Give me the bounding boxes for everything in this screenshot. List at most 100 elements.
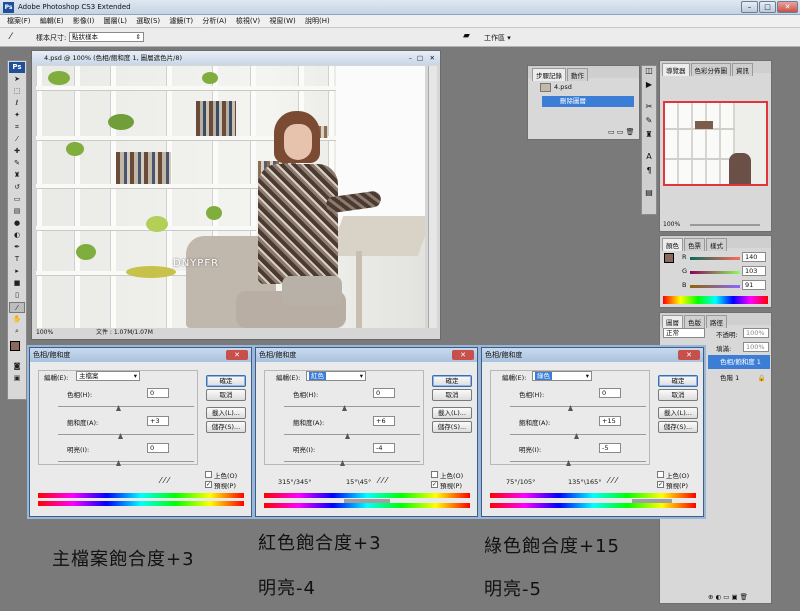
close-button[interactable]: ✕ [777,1,798,13]
menu-layer[interactable]: 圖層(L) [104,17,127,25]
b-value[interactable]: 91 [742,280,766,290]
dialog2-sat-slider[interactable] [284,434,420,435]
dialog2-hue-value[interactable]: 0 [373,388,395,398]
navigator-zoom[interactable]: 100% [663,221,680,228]
history-footer-icons[interactable]: ▭ ▭ 🗑 [608,128,635,136]
dialog2-light-value[interactable]: -4 [373,443,395,453]
dialog1-sat-value[interactable]: +3 [147,416,169,426]
dock-clone-icon[interactable]: ♜ [642,130,656,144]
dialog2-light-slider[interactable] [284,461,420,462]
dialog3-light-value[interactable]: -5 [599,443,621,453]
dialog3-close-button[interactable]: ✕ [678,350,700,360]
dialog1-hue-slider[interactable] [58,406,194,407]
eyedropper-icon[interactable]: ⁄ [10,32,12,42]
blur-tool-icon[interactable]: ● [9,218,25,229]
history-brush-icon[interactable]: ↺ [9,182,25,193]
dialog1-hue-value[interactable]: 0 [147,388,169,398]
tab-styles[interactable]: 樣式 [706,238,727,251]
dialog2-ok-button[interactable]: 確定 [432,375,472,387]
dialog1-close-button[interactable]: ✕ [226,350,248,360]
tab-histogram[interactable]: 色彩分佈圖 [690,63,731,76]
dock-character-icon[interactable]: A [642,152,656,166]
doc-minimize-button[interactable]: – [409,51,412,65]
dialog3-cancel-button[interactable]: 取消 [658,389,698,401]
dialog1-cancel-button[interactable]: 取消 [206,389,246,401]
shape-tool-icon[interactable]: ■ [9,278,25,289]
dialog1-ok-button[interactable]: 確定 [206,375,246,387]
dialog3-load-button[interactable]: 載入(L)... [658,407,698,419]
dialog1-load-button[interactable]: 載入(L)... [206,407,246,419]
history-step-selected[interactable]: 刪除圖層 [542,96,634,107]
zoom-tool-icon[interactable]: ⌕ [9,326,25,337]
dialog1-eyedroppers-icon[interactable]: ⁄ ⁄ ⁄ [160,476,169,485]
doc-file-info[interactable]: 文件 : 1.07M/1.07M [96,328,153,338]
dialog3-colorize-checkbox[interactable] [657,471,664,478]
doc-maximize-button[interactable]: □ [417,51,423,65]
dialog1-save-button[interactable]: 儲存(S)... [206,421,246,433]
blend-mode-select[interactable]: 正常 [663,328,705,338]
foreground-color-swatch[interactable] [10,341,20,351]
menu-file[interactable]: 檔案(F) [7,17,31,25]
quick-mask-icon[interactable]: ◙ [9,361,25,372]
layer-hue-saturation[interactable]: 色相/飽和度 1 [708,355,770,369]
dialog2-edit-select[interactable]: 紅色 ▾ [306,371,366,381]
dialog3-light-slider[interactable] [510,461,646,462]
dock-paragraph-icon[interactable]: ¶ [642,166,656,180]
dialog2-save-button[interactable]: 儲存(S)... [432,421,472,433]
minimize-button[interactable]: – [741,1,758,13]
history-snapshot[interactable]: 4.psd [532,81,632,94]
color-fg-swatch[interactable] [664,253,674,263]
menu-edit[interactable]: 編輯(E) [40,17,64,25]
healing-brush-icon[interactable]: ✚ [9,146,25,157]
crop-tool-icon[interactable]: ⌗ [9,122,25,133]
dialog1-colorize-checkbox[interactable] [205,471,212,478]
dialog3-preview-checkbox[interactable]: ✓ [657,481,664,488]
lasso-tool-icon[interactable]: ℓ [9,98,25,109]
palette-well-icon[interactable]: ▰ [463,31,470,41]
notes-tool-icon[interactable]: ▯ [9,290,25,301]
slice-tool-icon[interactable]: ⁄ [9,134,25,145]
dialog3-sat-slider[interactable] [510,434,646,435]
dialog2-load-button[interactable]: 載入(L)... [432,407,472,419]
brush-tool-icon[interactable]: ✎ [9,158,25,169]
tab-channels[interactable]: 色版 [684,315,705,328]
navigator-preview[interactable] [663,101,768,186]
tab-history[interactable]: 步驟記錄 [532,68,566,81]
sample-size-select[interactable]: 點狀樣本 ⇕ [69,32,144,42]
gradient-tool-icon[interactable]: ▤ [9,206,25,217]
workspace-button[interactable]: 工作區 ▾ [484,33,511,43]
eraser-tool-icon[interactable]: ▭ [9,194,25,205]
doc-zoom-value[interactable]: 100% [36,329,53,336]
path-select-icon[interactable]: ▸ [9,266,25,277]
dialog3-save-button[interactable]: 儲存(S)... [658,421,698,433]
menu-view[interactable]: 檢視(V) [236,17,260,25]
tab-actions[interactable]: 動作 [567,68,588,81]
dialog3-sat-value[interactable]: +15 [599,416,621,426]
layers-footer-icons[interactable]: ⊕ ◐ ▭ ▣ 🗑 [708,593,748,601]
dialog1-sat-slider[interactable] [58,434,194,435]
dock-actions-icon[interactable]: ▶ [642,80,656,94]
navigator-zoom-slider[interactable] [690,224,760,226]
dialog2-cancel-button[interactable]: 取消 [432,389,472,401]
doc-close-button[interactable]: ✕ [430,51,435,65]
g-value[interactable]: 103 [742,266,766,276]
opacity-value[interactable]: 100% [743,328,769,338]
tab-info[interactable]: 資訊 [732,63,753,76]
color-ramp[interactable] [663,296,768,304]
magic-wand-tool-icon[interactable]: ✦ [9,110,25,121]
dialog1-edit-select[interactable]: 主檔案 ▾ [76,371,140,381]
dialog2-eyedroppers-icon[interactable]: ⁄ ⁄ ⁄ [378,476,387,485]
dock-layer-comps-icon[interactable]: ▤ [642,188,656,202]
move-tool-icon[interactable]: ➤ [9,74,25,85]
dialog2-hue-slider[interactable] [284,406,420,407]
menu-analysis[interactable]: 分析(A) [202,17,226,25]
layer-levels[interactable]: 色階 1 🔒 [708,371,770,385]
dock-tools-icon[interactable]: ✂ [642,102,656,116]
clone-stamp-icon[interactable]: ♜ [9,170,25,181]
dialog2-preview-checkbox[interactable]: ✓ [431,481,438,488]
dialog1-light-value[interactable]: 0 [147,443,169,453]
marquee-tool-icon[interactable]: ⬚ [9,86,25,97]
dodge-tool-icon[interactable]: ◐ [9,230,25,241]
menu-filter[interactable]: 濾鏡(T) [169,17,193,25]
tab-color[interactable]: 顏色 [662,238,683,251]
